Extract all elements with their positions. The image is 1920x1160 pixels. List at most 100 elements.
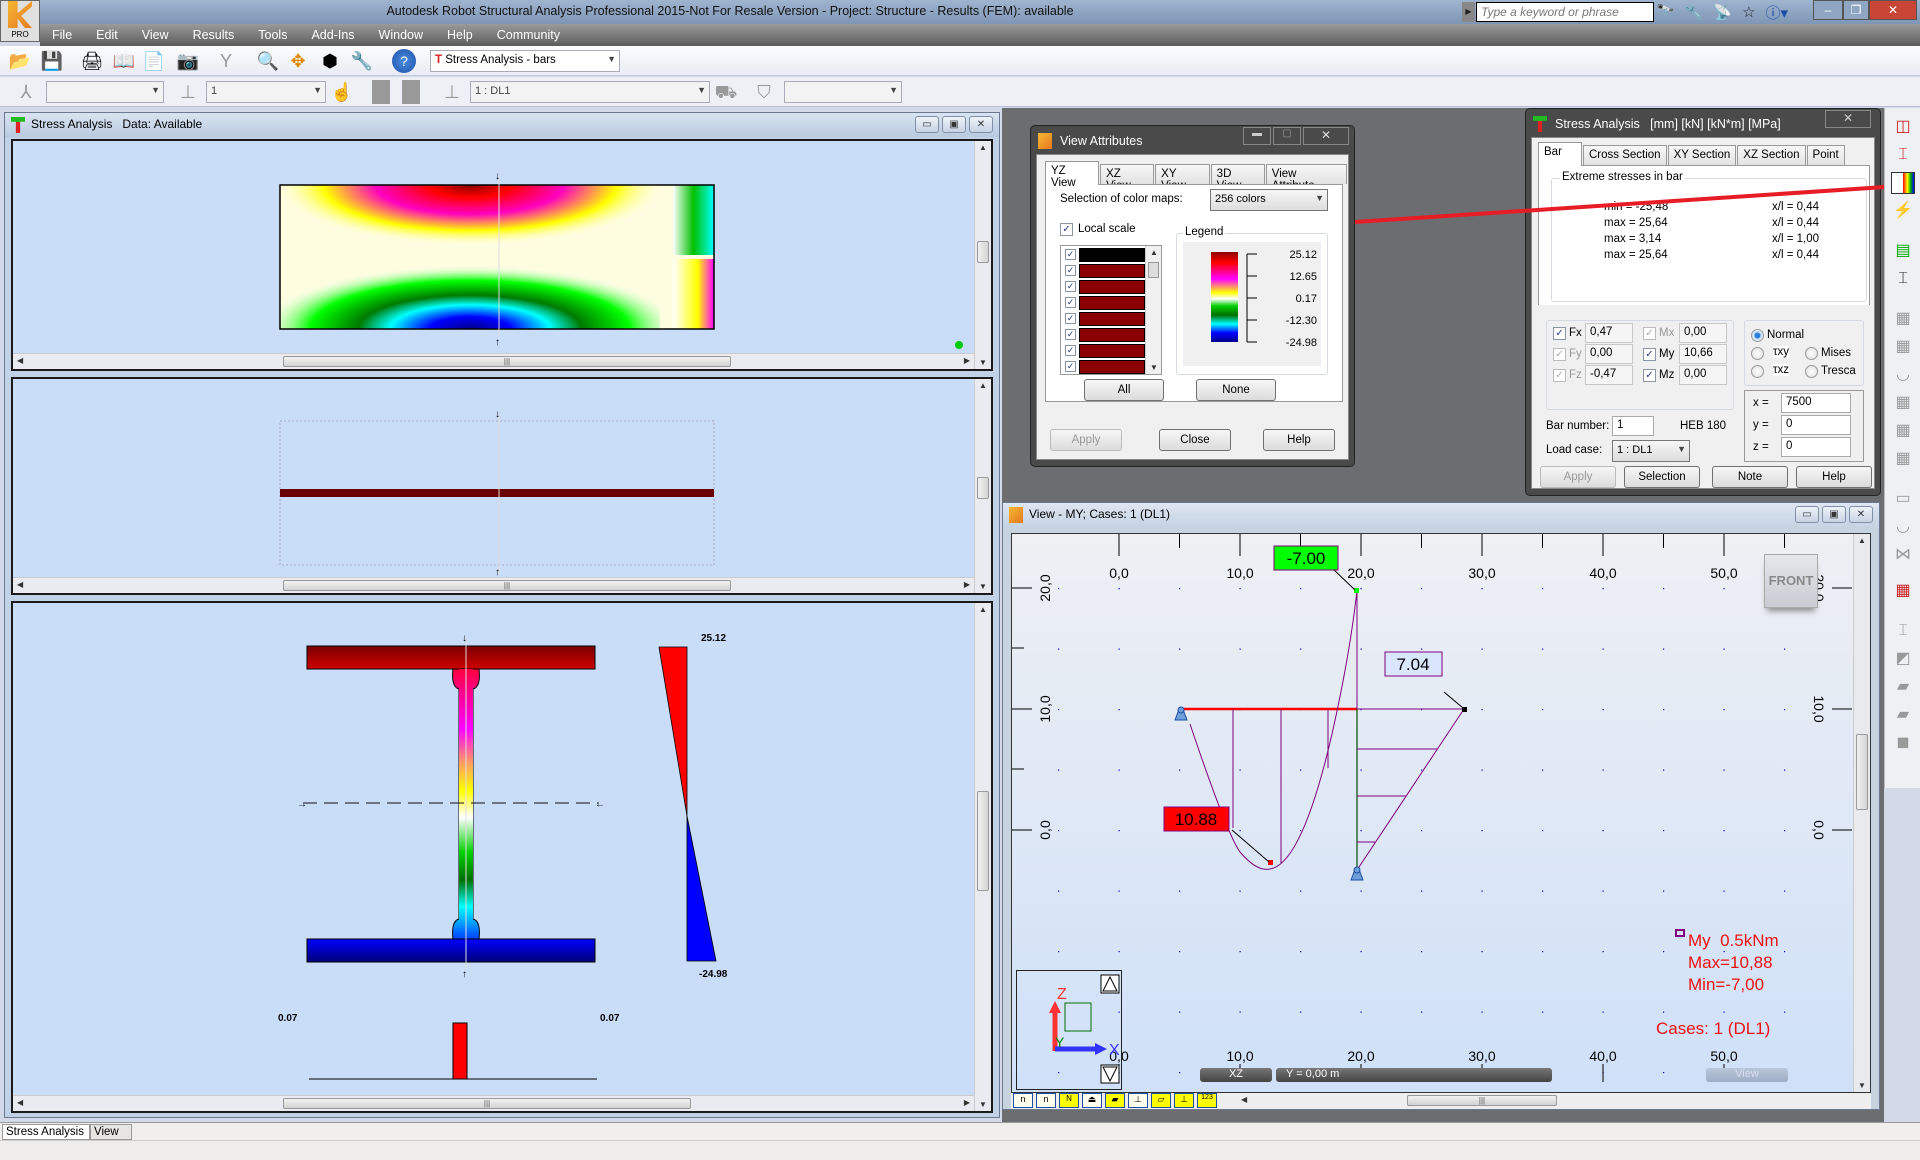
minimize-button[interactable]: ▬ [1243,127,1271,145]
vertical-scrollbar[interactable]: ▲ ▼ [974,379,991,593]
report-icon[interactable]: 📄 [142,49,166,73]
stress-report-icon[interactable]: ⌶ [1891,268,1915,290]
tab-xz-view[interactable]: XZ View [1100,164,1155,192]
structure-model-icon[interactable]: Y [214,49,238,73]
frame-loads-icon[interactable]: ⋈ [1891,544,1915,566]
window-tab-view[interactable]: View [90,1124,132,1140]
pan-icon[interactable]: ✥ [286,49,310,73]
bar-number-input[interactable]: 1 [1612,416,1654,436]
maximize-button[interactable]: ▢ [1273,127,1301,145]
i-beam-icon[interactable]: ⌶ [1891,620,1915,642]
case-selection-icon[interactable]: ⊥ [440,80,464,104]
close-button[interactable]: ✕ [1849,506,1873,523]
table-slope-icon[interactable]: ▦ [1891,392,1915,414]
mode-icon[interactable]: ⛟ [714,80,738,104]
select-none-button[interactable]: None [1196,379,1276,401]
bar-selection-icon[interactable]: ⅄ [14,80,38,104]
mz-checkbox[interactable]: ✓ [1643,369,1656,382]
app-logo[interactable]: PRO [0,0,40,42]
bar-numbers-icon[interactable]: n [1036,1093,1056,1108]
tab-bar[interactable]: Bar [1538,142,1582,166]
vertical-scrollbar[interactable]: ▲ ▼ [1853,534,1870,1092]
scroll-thumb[interactable] [1148,262,1159,278]
tab-view-attribute[interactable]: View Attribute [1265,164,1347,192]
window-tab-stress-analysis[interactable]: Stress Analysis [2,1124,90,1140]
note-button[interactable]: Note [1712,466,1788,488]
bar-section-icon[interactable]: ⌶ [1891,144,1915,166]
table-icon[interactable]: ▦ [1891,308,1915,330]
search-expand-arrow[interactable]: ▶ [1462,2,1475,22]
tab-xy-view[interactable]: XY View [1155,164,1210,192]
color-list-item[interactable]: ✓ [1063,312,1147,327]
txy-radio[interactable] [1751,347,1764,360]
normal-radio[interactable] [1751,329,1764,342]
load-values-icon[interactable]: 123 [1197,1093,1217,1108]
help-button[interactable]: Help [1263,429,1335,451]
color-checkbox[interactable]: ✓ [1065,281,1076,292]
mises-radio[interactable] [1805,347,1818,360]
loads-icon[interactable]: ⊥ [1174,1093,1194,1108]
selection-button[interactable]: Selection [1624,466,1700,488]
local-axes-icon[interactable]: ⊥ [1128,1093,1148,1108]
close-button[interactable]: ✕ [1303,127,1349,145]
color-list-item[interactable]: ✓ [1063,280,1147,295]
close-dialog-button[interactable]: Close [1159,429,1231,451]
plane-select[interactable]: XZ [1200,1068,1272,1082]
cross-section-pane[interactable]: ↓ ↑ → ← 25.12 -24.98 0.07 0.07 ▲ ▼ ◀ ||| ▶ [11,601,993,1113]
color-checkbox[interactable]: ✓ [1065,329,1076,340]
deflection-icon[interactable]: ◡ [1891,364,1915,386]
color-list-item[interactable]: ✓ [1063,360,1147,375]
view-canvas[interactable]: 0,0 10,0 20,0 30,0 40,0 50,0 0,0 10,0 20,0 30,0 4… [1011,533,1871,1093]
menu-edit[interactable]: Edit [84,28,130,42]
tresca-radio[interactable] [1805,365,1818,378]
tab-yz-view[interactable]: YZ View [1045,161,1100,189]
menu-results[interactable]: Results [181,28,247,42]
menu-tools[interactable]: Tools [246,28,299,42]
menu-add-ins[interactable]: Add-Ins [299,28,366,42]
restore-button[interactable]: ❐ [1843,0,1869,20]
color-checkbox[interactable]: ✓ [1065,361,1076,372]
color-checkbox[interactable]: ✓ [1065,345,1076,356]
fz-checkbox[interactable]: ✓ [1553,369,1566,382]
color-checkbox[interactable]: ✓ [1065,249,1076,260]
3d-view-icon[interactable]: ⬢ [318,49,342,73]
color-list-item[interactable]: ✓ [1063,296,1147,311]
help-icon[interactable]: ? [392,49,416,73]
minimize-button[interactable]: ▭ [1795,506,1819,523]
help-button[interactable]: Help [1796,466,1872,488]
structure-grid-icon[interactable]: ▦ [1891,580,1915,602]
case-select[interactable]: 1 : DL1 ▼ [470,81,710,103]
fx-checkbox[interactable]: ✓ [1553,327,1566,340]
deformation-icon[interactable]: ◡ [1891,516,1915,538]
table-section-icon[interactable]: ▦ [1891,336,1915,358]
minimize-button[interactable]: – [1813,0,1843,20]
screen-capture-icon[interactable]: 📷 [176,49,200,73]
zoom-window-icon[interactable]: 🔍 [256,49,280,73]
menu-community[interactable]: Community [485,28,572,42]
horizontal-scrollbar[interactable]: ◀ ||| ▶ [13,353,974,369]
menu-help[interactable]: Help [435,28,485,42]
lightning-icon[interactable]: ⚡ [1891,200,1915,222]
mode-select[interactable]: ▼ [784,81,902,103]
mx-checkbox[interactable]: ✓ [1643,327,1656,340]
close-button[interactable]: ✕ [1825,110,1871,128]
load-case-select[interactable]: 1 : DL1 ▼ [1612,440,1690,462]
z-input[interactable]: 0 [1781,437,1851,457]
print-icon[interactable]: 🖨 [80,49,104,73]
legend-icon[interactable]: ▤ [1891,240,1915,262]
color-list[interactable]: ✓ ✓ ✓ ✓ ✓ ✓ ✓ ✓ ▲ ▼ [1060,245,1162,375]
color-list-item[interactable]: ✓ [1063,328,1147,343]
color-list-item[interactable]: ✓ [1063,344,1147,359]
satellite-icon[interactable]: 📡 [1713,3,1732,21]
sections-icon[interactable]: ▰ [1105,1093,1125,1108]
beam-load-icon[interactable]: ▭ [1891,488,1915,510]
color-map-select[interactable]: 256 colors ▼ [1210,189,1328,211]
tab-3d-view[interactable]: 3D View [1210,164,1265,192]
panel-a-icon[interactable] [372,80,390,104]
3d-frame-icon[interactable]: ◫ [1891,116,1915,138]
node-numbers-icon[interactable]: n [1013,1093,1033,1108]
component-icon[interactable]: ⛉ [752,80,776,104]
color-list-item[interactable]: ✓ [1063,248,1147,263]
color-checkbox[interactable]: ✓ [1065,297,1076,308]
menu-window[interactable]: Window [367,28,435,42]
